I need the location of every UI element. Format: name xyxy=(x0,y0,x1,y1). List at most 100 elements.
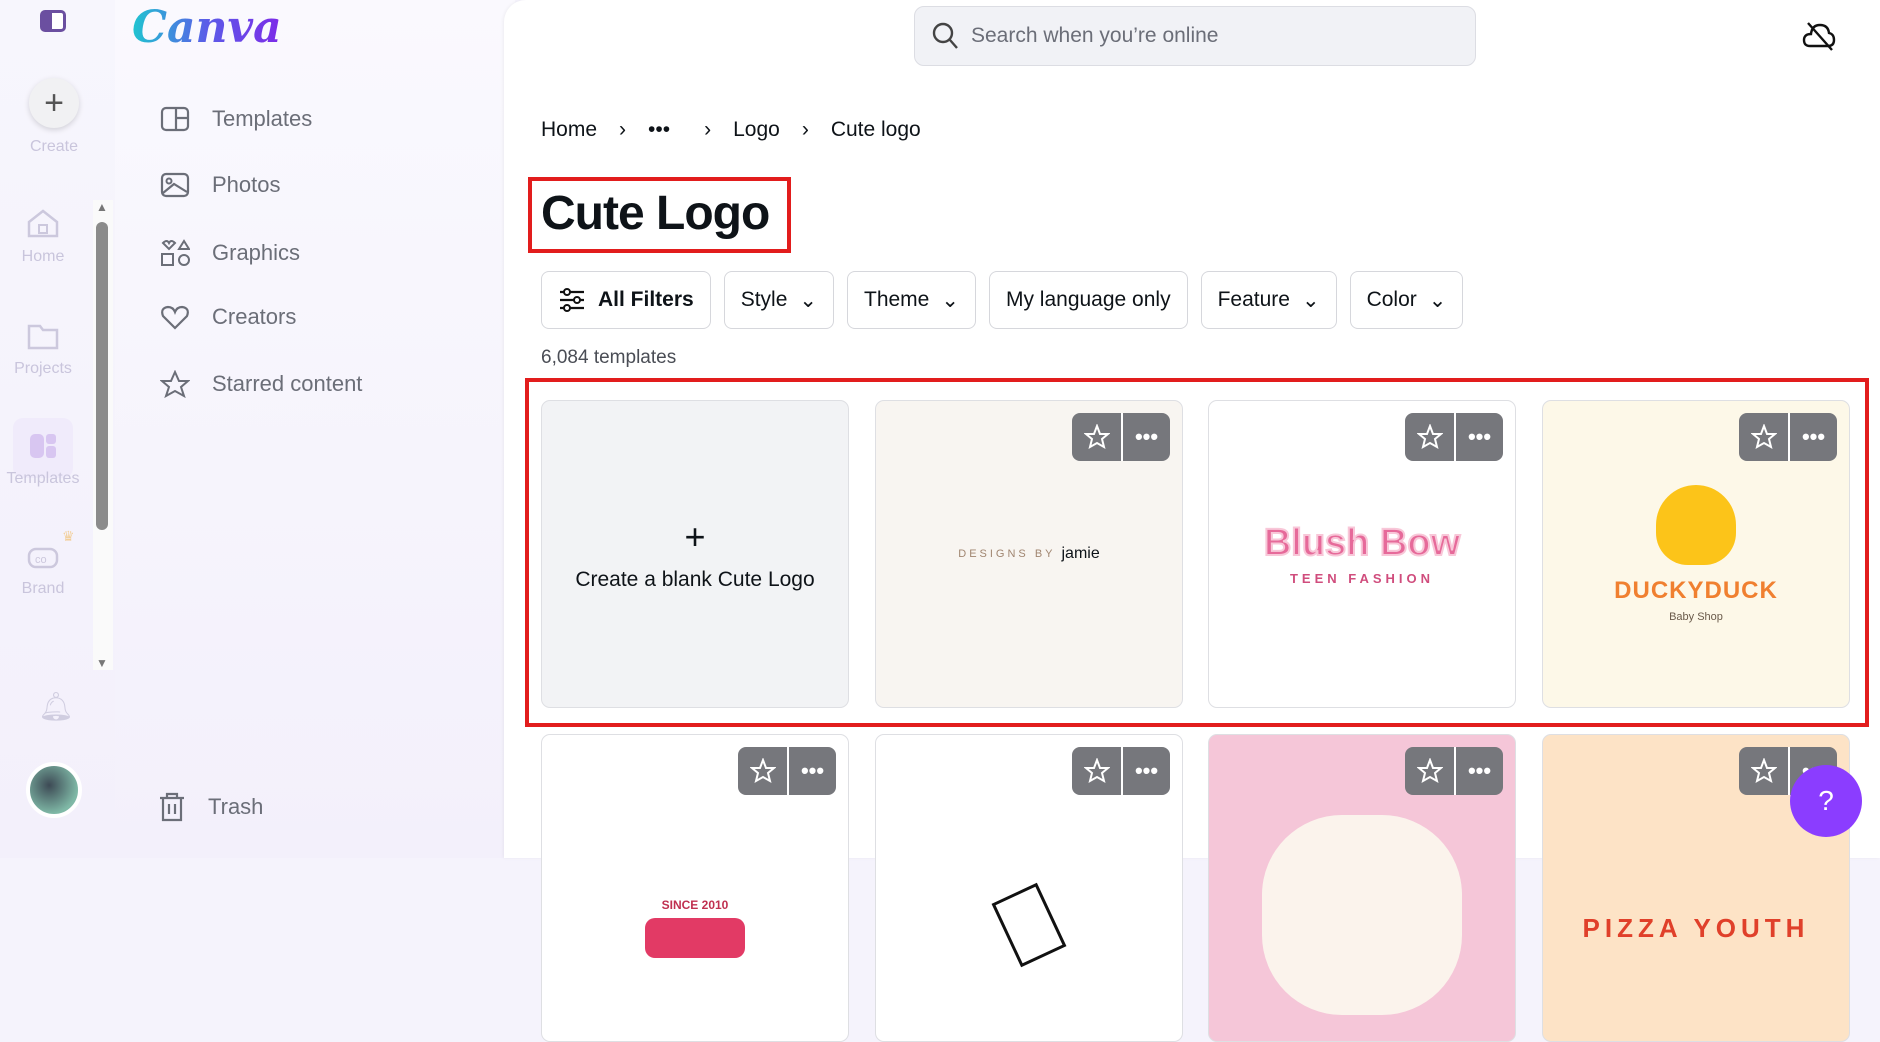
template-text: Blush Bow xyxy=(1263,521,1461,565)
rail-scrollbar[interactable]: ▲ ▼ xyxy=(93,200,113,670)
nav-label: Trash xyxy=(208,794,264,819)
search-icon xyxy=(932,22,958,49)
home-icon xyxy=(27,209,59,238)
create-label: Create xyxy=(29,138,79,155)
nav-label: Creators xyxy=(212,304,297,329)
template-card[interactable]: Blush Bow TEEN FASHION ••• xyxy=(1208,400,1516,708)
filter-label: My language only xyxy=(1005,288,1171,311)
template-text: TEEN FASHION xyxy=(1289,571,1435,586)
canva-logo[interactable]: Canva xyxy=(132,2,282,53)
rail-item-templates[interactable]: Templates xyxy=(0,430,86,488)
create-button[interactable]: + xyxy=(29,78,79,128)
more-options-icon[interactable]: ••• xyxy=(1454,747,1503,795)
template-preview xyxy=(1209,815,1515,1041)
template-card[interactable]: DUCKYDUCK Baby Shop ••• xyxy=(1542,400,1850,708)
all-filters-button[interactable]: All Filters xyxy=(541,271,711,329)
template-preview xyxy=(876,815,1182,1041)
nav-templates[interactable]: Templates xyxy=(160,106,312,132)
breadcrumb-more[interactable]: ••• xyxy=(648,118,670,142)
template-card[interactable]: ••• xyxy=(875,734,1183,1042)
nav-starred[interactable]: Starred content xyxy=(160,370,362,398)
page-title: Cute Logo xyxy=(541,187,770,240)
nav-label: Templates xyxy=(212,106,313,131)
cake-illustration xyxy=(645,918,745,958)
filter-theme[interactable]: Theme ⌄ xyxy=(847,271,976,329)
chevron-down-icon: ⌄ xyxy=(1301,288,1320,312)
template-text: SINCE 2010 xyxy=(661,898,729,912)
nav-trash[interactable]: Trash xyxy=(158,792,263,822)
search-input[interactable]: Search when you’re online xyxy=(914,6,1476,66)
filter-label: Theme xyxy=(864,288,930,311)
breadcrumb-current: Cute logo xyxy=(830,118,921,141)
star-icon[interactable] xyxy=(1739,747,1788,795)
template-card[interactable]: ••• xyxy=(1208,734,1516,1042)
create-blank-label: Create a blank Cute Logo xyxy=(575,568,815,591)
more-options-icon[interactable]: ••• xyxy=(1121,413,1170,461)
rail-item-projects[interactable]: Projects xyxy=(0,320,86,378)
star-icon[interactable] xyxy=(738,747,787,795)
bell-icon[interactable]: 🔔︎ xyxy=(38,690,74,723)
filter-feature[interactable]: Feature ⌄ xyxy=(1200,271,1337,329)
star-icon[interactable] xyxy=(1405,413,1454,461)
card-actions: ••• xyxy=(1072,747,1170,795)
chevron-down-icon: ⌄ xyxy=(941,288,959,312)
star-icon[interactable] xyxy=(1072,413,1121,461)
filter-label: Style xyxy=(740,288,788,311)
rail-item-brand[interactable]: co Brand xyxy=(0,540,86,598)
sidebar-toggle-icon[interactable] xyxy=(40,10,66,32)
snack-illustration xyxy=(991,882,1067,968)
all-filters-label: All Filters xyxy=(598,288,694,311)
crown-icon: ♛ xyxy=(62,528,75,544)
nav-label: Photos xyxy=(212,172,281,197)
more-options-icon[interactable]: ••• xyxy=(1454,413,1503,461)
template-text: jamie xyxy=(1061,545,1100,562)
floral-badge xyxy=(1262,815,1462,1015)
chevron-down-icon: ⌄ xyxy=(1428,288,1447,312)
template-card[interactable]: SINCE 2010 ••• xyxy=(541,734,849,1042)
rail-item-home[interactable]: Home xyxy=(0,208,86,266)
template-text: PIZZA YOUTH xyxy=(1582,912,1810,943)
rail-label: Brand xyxy=(21,580,65,597)
create-blank-card[interactable]: + Create a blank Cute Logo xyxy=(541,400,849,708)
more-options-icon[interactable]: ••• xyxy=(787,747,836,795)
rail-label: Home xyxy=(21,248,65,265)
nav-graphics[interactable]: Graphics xyxy=(160,238,300,268)
card-actions: ••• xyxy=(1739,413,1837,461)
filter-color[interactable]: Color ⌄ xyxy=(1349,271,1464,329)
rail-label: Templates xyxy=(6,470,80,487)
search-placeholder: Search when you’re online xyxy=(971,24,1219,47)
shapes-icon xyxy=(161,239,190,266)
icon-rail: + Create Home Projects Templates co Bran… xyxy=(0,0,115,858)
more-options-icon[interactable]: ••• xyxy=(1121,747,1170,795)
duck-illustration xyxy=(1656,485,1736,565)
sliders-icon xyxy=(560,288,584,312)
brand-icon: co xyxy=(27,547,59,569)
template-preview: PIZZA YOUTH xyxy=(1543,815,1849,1041)
avatar[interactable] xyxy=(26,762,82,818)
template-card[interactable]: DESIGNS BY jamie ••• xyxy=(875,400,1183,708)
filter-my-language[interactable]: My language only xyxy=(988,271,1188,329)
nav-creators[interactable]: Creators xyxy=(160,304,296,330)
filter-label: Feature xyxy=(1217,288,1290,311)
chevron-right-icon: › xyxy=(801,118,809,141)
svg-text:co: co xyxy=(35,554,47,566)
nav-label: Graphics xyxy=(212,240,301,265)
offline-cloud-icon[interactable] xyxy=(1802,20,1836,52)
nav-photos[interactable]: Photos xyxy=(160,172,281,198)
star-icon[interactable] xyxy=(1072,747,1121,795)
filter-label: Color xyxy=(1366,288,1417,311)
heart-icon xyxy=(161,305,189,330)
breadcrumb: Home › ••• › Logo › Cute logo xyxy=(541,118,943,142)
breadcrumb-logo[interactable]: Logo xyxy=(733,118,780,142)
folder-icon xyxy=(27,324,59,350)
star-icon[interactable] xyxy=(1405,747,1454,795)
star-icon[interactable] xyxy=(1739,413,1788,461)
more-options-icon[interactable]: ••• xyxy=(1788,413,1837,461)
nav-label: Starred content xyxy=(212,371,363,396)
template-icon xyxy=(30,434,56,458)
card-actions: ••• xyxy=(1405,413,1503,461)
filter-style[interactable]: Style ⌄ xyxy=(723,271,834,329)
help-button[interactable]: ? xyxy=(1790,765,1862,837)
breadcrumb-home[interactable]: Home xyxy=(541,118,597,142)
photo-icon xyxy=(160,172,190,198)
